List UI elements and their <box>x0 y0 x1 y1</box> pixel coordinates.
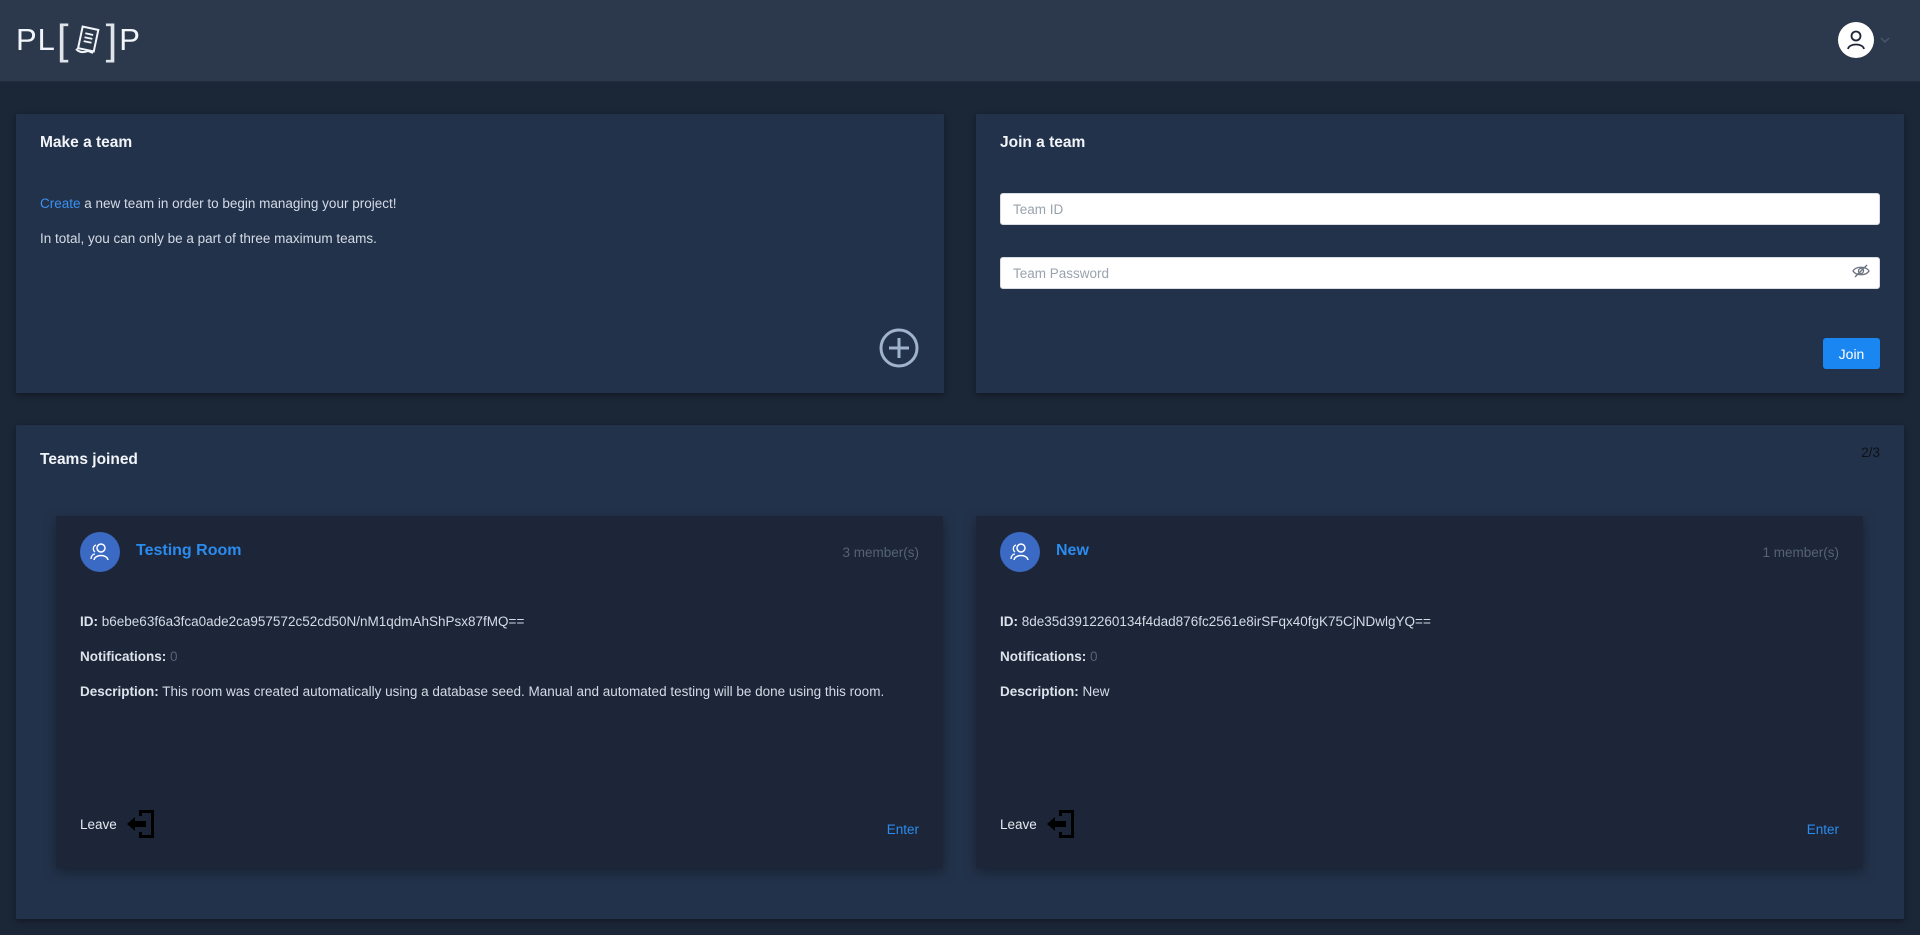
team-id-value: b6ebe63f6a3fca0ade2ca957572c52cd50N/nM1q… <box>101 614 525 629</box>
teams-joined-title: Teams joined <box>40 451 138 468</box>
users-icon <box>90 543 109 561</box>
description-label: Description: <box>1000 684 1079 699</box>
join-team-card: Join a team Join <box>976 114 1904 393</box>
team-id-label: ID: <box>80 614 98 629</box>
user-menu[interactable] <box>1838 22 1890 58</box>
team-avatar <box>80 532 120 572</box>
team-card: Testing Room 3 member(s) ID: b6ebe63f6a3… <box>56 516 943 868</box>
member-count: 3 member(s) <box>842 545 919 560</box>
app-logo[interactable]: PL [ ] P <box>16 16 141 63</box>
plus-circle-icon[interactable] <box>878 327 920 369</box>
user-icon <box>1847 30 1865 50</box>
description-value: New <box>1082 684 1110 699</box>
logo-text-left: PL <box>16 22 56 57</box>
chevron-down-icon[interactable] <box>1880 37 1890 43</box>
users-icon <box>1010 543 1029 561</box>
logo-text-right: P <box>119 22 141 57</box>
notifications-label: Notifications: <box>1000 649 1087 664</box>
description-row: Description: This room was created autom… <box>80 684 884 699</box>
team-name[interactable]: New <box>1056 542 1089 560</box>
notifications-row: Notifications: 0 <box>80 649 178 664</box>
description-row: Description: New <box>1000 684 1110 699</box>
leave-label: Leave <box>1000 816 1037 832</box>
description-value: This room was created automatically usin… <box>162 684 885 699</box>
join-team-title: Join a team <box>1000 134 1086 151</box>
member-count: 1 member(s) <box>1762 545 1839 560</box>
top-header: PL [ ] P <box>0 0 1920 82</box>
make-team-line1: Create a new team in order to begin mana… <box>40 196 396 211</box>
team-id-value: 8de35d3912260134f4dad876fc2561e8irSFqx40… <box>1021 614 1431 629</box>
make-team-line1-rest: a new team in order to begin managing yo… <box>80 196 397 211</box>
team-avatar <box>1000 532 1040 572</box>
notifications-label: Notifications: <box>80 649 167 664</box>
make-team-title: Make a team <box>40 134 133 151</box>
team-count: 2/3 <box>1861 445 1880 460</box>
eye-slash-icon[interactable] <box>1852 264 1870 278</box>
description-label: Description: <box>80 684 159 699</box>
leave-label: Leave <box>80 816 117 832</box>
team-card: New 1 member(s) ID: 8de35d3912260134f4da… <box>976 516 1863 868</box>
enter-link[interactable]: Enter <box>887 822 919 837</box>
avatar[interactable] <box>1838 22 1874 58</box>
logo-bracket-right: ] <box>105 16 119 63</box>
enter-link[interactable]: Enter <box>1807 822 1839 837</box>
exit-icon <box>126 810 154 838</box>
team-id-input[interactable] <box>1000 193 1880 225</box>
notifications-row: Notifications: 0 <box>1000 649 1098 664</box>
notifications-value: 0 <box>1090 649 1098 664</box>
teams-joined-card: Teams joined 2/3 Testing Room 3 member(s… <box>16 425 1904 919</box>
team-password-input[interactable] <box>1000 257 1880 289</box>
team-name[interactable]: Testing Room <box>136 542 241 560</box>
team-id-row: ID: b6ebe63f6a3fca0ade2ca957572c52cd50N/… <box>80 614 524 629</box>
notifications-value: 0 <box>170 649 178 664</box>
document-icon <box>74 25 100 54</box>
join-button[interactable]: Join <box>1823 338 1880 369</box>
logo-bracket-left: [ <box>56 16 70 63</box>
make-team-line2: In total, you can only be a part of thre… <box>40 231 377 246</box>
create-link[interactable]: Create <box>40 196 81 211</box>
team-id-row: ID: 8de35d3912260134f4dad876fc2561e8irSF… <box>1000 614 1431 629</box>
make-team-card: Make a team Create a new team in order t… <box>16 114 944 393</box>
leave-button[interactable]: Leave <box>1000 807 1077 841</box>
leave-button[interactable]: Leave <box>80 807 157 841</box>
exit-icon <box>1046 810 1074 838</box>
team-id-label: ID: <box>1000 614 1018 629</box>
